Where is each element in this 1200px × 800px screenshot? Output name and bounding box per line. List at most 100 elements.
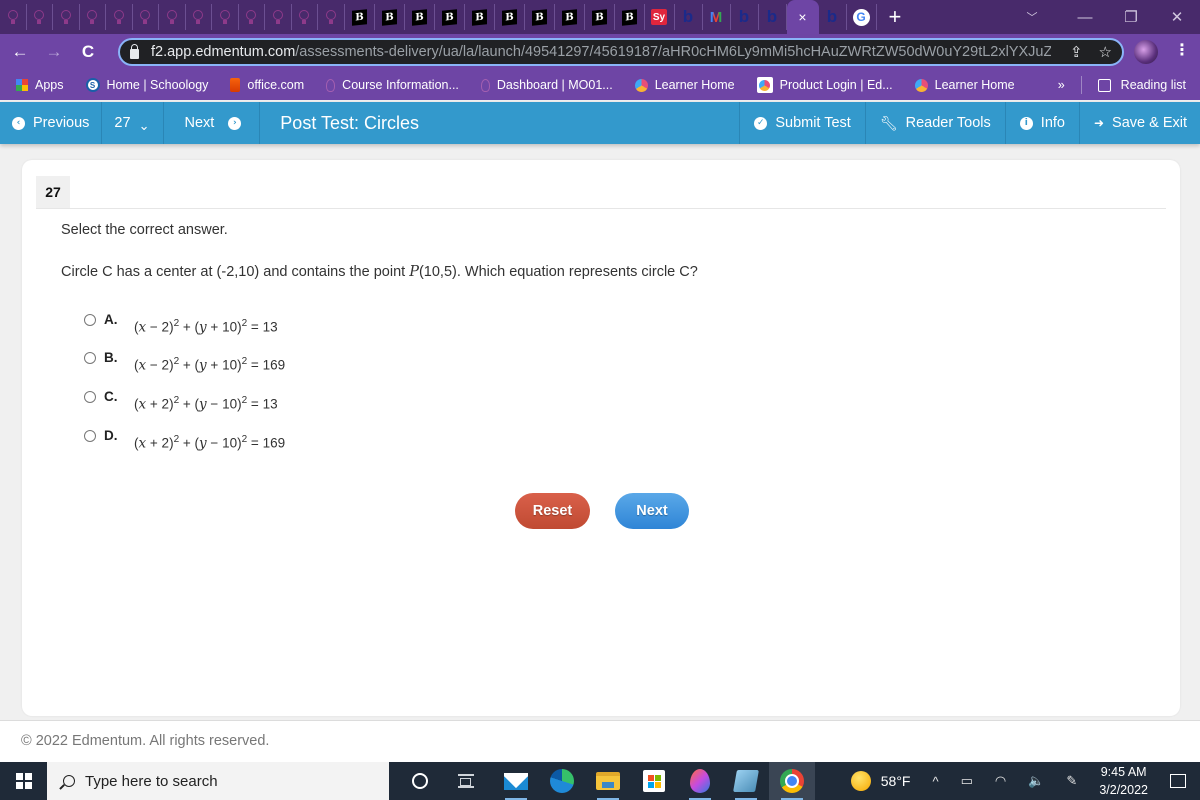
reading-list-button[interactable]: Reading list (1121, 78, 1186, 92)
notification-center-icon[interactable] (1170, 774, 1186, 788)
system-tray: 58°F ^ ▭ ◠ 🔈 ✎ 9:45 AM 3/2/2022 (850, 762, 1200, 800)
profile-avatar[interactable] (1134, 40, 1158, 64)
browser-tab-active[interactable]: × (786, 0, 819, 34)
cortana-button[interactable] (397, 762, 443, 800)
next-button[interactable]: Next (615, 493, 689, 529)
instruction-text: Select the correct answer. (61, 222, 228, 238)
browser-tab-b[interactable]: B (435, 4, 465, 30)
browser-tab-bulb[interactable] (0, 4, 27, 30)
save-exit-button[interactable]: ➜ Save & Exit (1078, 102, 1200, 144)
weather-sun-icon[interactable] (850, 771, 871, 791)
minimize-button[interactable]: — (1062, 9, 1108, 26)
volume-icon[interactable]: 🔈 (1028, 773, 1044, 789)
close-window-button[interactable]: ✕ (1154, 8, 1200, 26)
b-logo-icon: B (561, 8, 577, 26)
taskbar-search-box[interactable]: Type here to search (47, 762, 389, 800)
bookmark-item[interactable]: Product Login | Ed... (756, 77, 893, 93)
browser-tab-bulb[interactable] (53, 4, 80, 30)
submit-test-button[interactable]: ✓ Submit Test (739, 102, 865, 144)
browser-tab-b[interactable]: B (405, 4, 435, 30)
taskbar-chrome[interactable] (769, 762, 815, 800)
new-tab-button[interactable]: + (889, 6, 902, 28)
browser-tab-bulb[interactable] (159, 4, 186, 30)
browser-tab-bartleby[interactable]: b (819, 4, 847, 30)
tab-search-button[interactable]: ﹀ (1002, 9, 1062, 25)
browser-tab-bartleby[interactable]: b (675, 4, 703, 30)
browser-tab-bulb[interactable] (106, 4, 133, 30)
browser-tab-b[interactable]: B (495, 4, 525, 30)
browser-tab-b[interactable]: B (465, 4, 495, 30)
reload-button[interactable]: C (74, 42, 102, 62)
taskbar-mail[interactable] (493, 762, 539, 800)
wifi-icon[interactable]: ◠ (995, 773, 1006, 789)
header-next-button[interactable]: Next › (164, 102, 261, 144)
browser-tab-bartleby[interactable]: b (759, 4, 787, 30)
share-icon[interactable]: ⇪ (1070, 43, 1083, 61)
lock-icon[interactable] (130, 43, 139, 59)
previous-button[interactable]: ‹ Previous (0, 102, 103, 144)
close-tab-icon[interactable]: × (798, 9, 806, 25)
browser-tab-b[interactable]: B (615, 4, 645, 30)
question-number-dropdown[interactable]: 27 ⌄ (102, 102, 165, 144)
bookmark-item[interactable]: Learner Home (914, 78, 1015, 92)
pen-icon[interactable]: ✎ (1066, 773, 1077, 789)
taskbar-edge[interactable] (539, 762, 585, 800)
browser-tab-bulb[interactable] (292, 4, 318, 30)
browser-tab-google[interactable]: G (847, 4, 877, 30)
answer-choice[interactable]: C. (x + 2)2 + (y − 10)2 = 13 (84, 389, 278, 413)
reader-tools-button[interactable]: 🔧︎ Reader Tools (864, 102, 1005, 144)
radio-button[interactable] (84, 430, 96, 442)
taskbar-store[interactable] (631, 762, 677, 800)
browser-tab-bartleby[interactable]: b (731, 4, 759, 30)
browser-tab-bulb[interactable] (265, 4, 292, 30)
battery-icon[interactable]: ▭ (961, 773, 973, 789)
bookmark-star-icon[interactable]: ☆ (1099, 43, 1112, 61)
browser-tab-bulb[interactable] (239, 4, 265, 30)
browser-menu-button[interactable]: ⋮ (1174, 40, 1190, 60)
info-button[interactable]: i Info (1004, 102, 1079, 144)
browser-tab-bulb[interactable] (318, 4, 345, 30)
start-button[interactable] (0, 762, 47, 800)
answer-choice[interactable]: A. (x − 2)2 + (y + 10)2 = 13 (84, 312, 278, 336)
back-button[interactable]: ← (6, 42, 34, 62)
radio-button[interactable] (84, 391, 96, 403)
answer-choice[interactable]: D. (x + 2)2 + (y − 10)2 = 169 (84, 428, 285, 452)
browser-tab-bulb[interactable] (186, 4, 212, 30)
browser-tab-b[interactable]: B (375, 4, 405, 30)
bartleby-logo-icon: b (682, 7, 694, 26)
browser-tab-bulb[interactable] (133, 4, 159, 30)
url-text[interactable]: f2.app.edmentum.com/assessments-delivery… (151, 44, 1051, 60)
show-hidden-icons-button[interactable]: ^ (932, 774, 938, 789)
bookmark-item[interactable]: Course Information... (326, 78, 459, 92)
browser-tab-sy[interactable]: Sy (645, 4, 675, 30)
bookmark-item[interactable]: Apps (16, 78, 64, 92)
bookmark-item[interactable]: S Home | Schoology (85, 78, 208, 92)
browser-tab-bulb[interactable] (27, 4, 53, 30)
reset-button[interactable]: Reset (515, 493, 590, 529)
bookmark-item[interactable]: Dashboard | MO01... (480, 78, 613, 92)
browser-tab-b[interactable]: B (525, 4, 555, 30)
bookmarks-overflow-button[interactable]: » (1058, 78, 1065, 92)
taskbar-file-explorer[interactable] (585, 762, 631, 800)
forward-button[interactable]: → (40, 42, 68, 62)
restore-button[interactable]: ❐ (1108, 8, 1154, 26)
address-bar[interactable]: f2.app.edmentum.com/assessments-delivery… (118, 38, 1124, 66)
browser-tab-gmail[interactable]: M (703, 4, 731, 30)
bookmark-item[interactable]: Learner Home (634, 78, 735, 92)
bookmark-item[interactable]: office.com (230, 78, 304, 92)
taskbar-paint-3d[interactable] (677, 762, 723, 800)
browser-tab-b[interactable]: B (585, 4, 615, 30)
radio-button[interactable] (84, 352, 96, 364)
bartleby-logo-icon: b (826, 7, 838, 26)
question-card: 27 Select the correct answer. Circle C h… (22, 160, 1180, 716)
taskbar-notepad[interactable] (723, 762, 769, 800)
answer-choice[interactable]: B. (x − 2)2 + (y + 10)2 = 169 (84, 350, 285, 374)
browser-tab-bulb[interactable] (212, 4, 239, 30)
browser-tab-bulb[interactable] (80, 4, 106, 30)
radio-button[interactable] (84, 314, 96, 326)
weather-temperature[interactable]: 58°F (881, 773, 911, 789)
browser-tab-b[interactable]: B (345, 4, 375, 30)
browser-tab-b[interactable]: B (555, 4, 585, 30)
task-view-button[interactable] (443, 762, 489, 800)
taskbar-clock[interactable]: 9:45 AM 3/2/2022 (1099, 763, 1148, 799)
